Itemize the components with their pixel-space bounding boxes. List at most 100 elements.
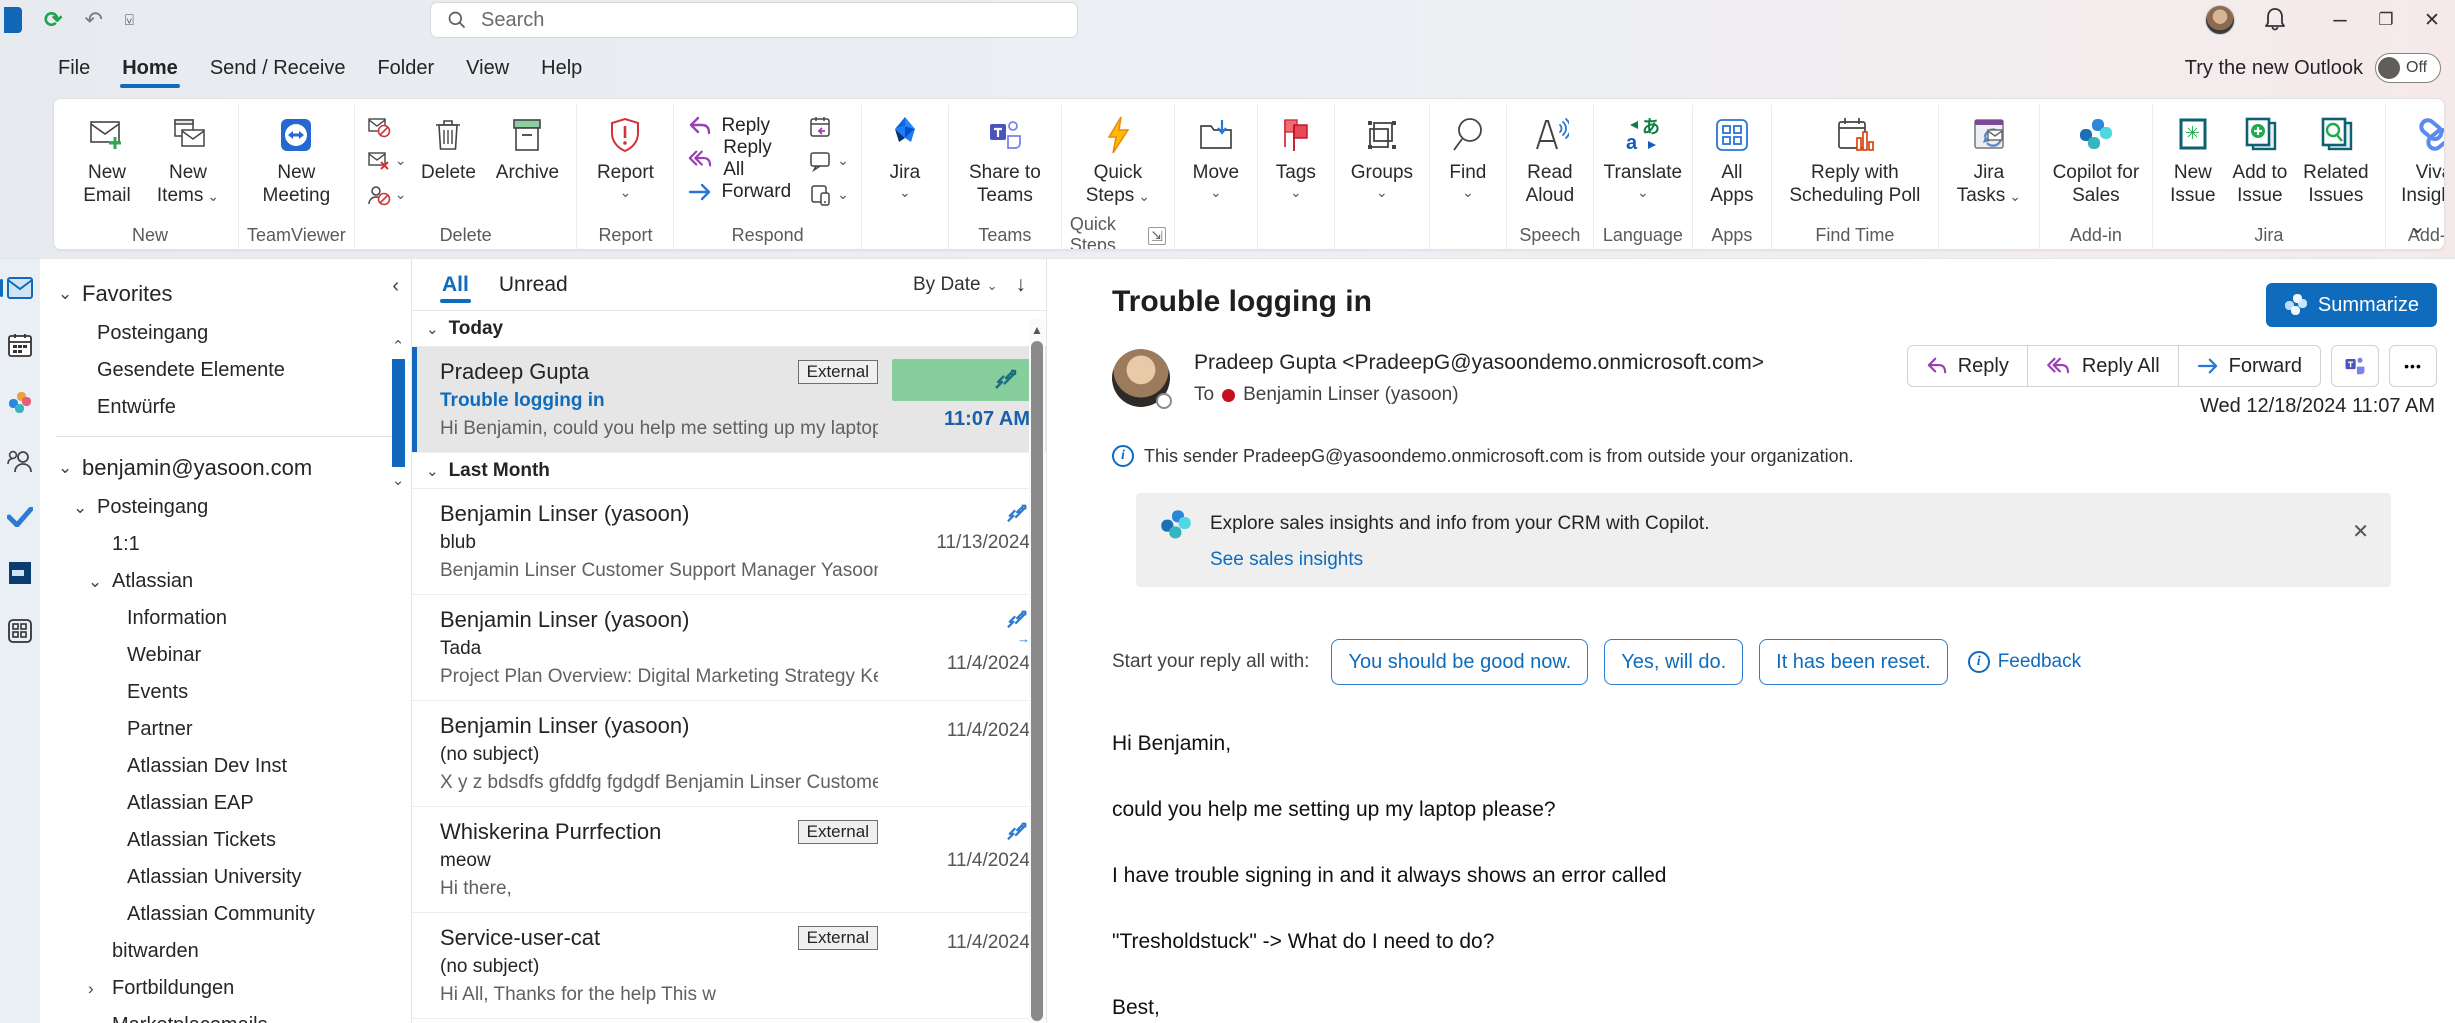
sort-by-date-button[interactable]: By Date <box>913 274 998 296</box>
rail-copilot-icon[interactable] <box>0 391 40 415</box>
menu-folder[interactable]: Folder <box>361 47 450 90</box>
scroll-down-icon[interactable]: ⌄ <box>392 471 405 489</box>
suggested-reply-chip[interactable]: You should be good now. <box>1331 639 1588 685</box>
folder-row[interactable]: ⌄ benjamin@yasoon.com <box>40 447 411 489</box>
folder-row[interactable]: Marketplacemails <box>40 1007 411 1023</box>
viva-insights-button[interactable]: Viva Insights <box>2394 105 2445 207</box>
jira-tasks-button[interactable]: Jira Tasks <box>1947 105 2031 208</box>
folder-scrollbar-thumb[interactable] <box>392 359 405 467</box>
find-button[interactable]: Find <box>1438 105 1498 198</box>
search-input[interactable] <box>481 9 1061 32</box>
banner-close-icon[interactable]: ✕ <box>2352 519 2369 544</box>
folder-chevron-icon[interactable]: ⌄ <box>88 572 112 592</box>
search-bar[interactable] <box>430 2 1078 38</box>
tab-unread[interactable]: Unread <box>497 261 570 309</box>
reply-all-button-pane[interactable]: Reply All <box>2028 345 2179 387</box>
report-button[interactable]: Report <box>585 105 665 198</box>
scheduling-poll-button[interactable]: Reply with Scheduling Poll <box>1780 105 1930 207</box>
jira-quick-action-highlight[interactable] <box>892 359 1030 401</box>
notifications-bell-icon[interactable] <box>2263 7 2287 33</box>
reply-with-call-button[interactable] <box>805 181 853 209</box>
folder-chevron-icon[interactable]: ⌄ <box>73 498 97 518</box>
block-sender-button[interactable] <box>363 181 411 209</box>
all-apps-button[interactable]: All Apps <box>1701 105 1763 207</box>
menu-home[interactable]: Home <box>106 47 194 90</box>
folder-row[interactable]: Atlassian University <box>40 859 411 896</box>
folder-row[interactable]: Atlassian Community <box>40 896 411 933</box>
undo-icon[interactable]: ↶ <box>84 9 102 31</box>
add-to-issue-button[interactable]: Add to Issue <box>2227 105 2293 207</box>
folder-row[interactable]: Partner <box>40 711 411 748</box>
summarize-button[interactable]: Summarize <box>2266 283 2437 327</box>
feedback-link[interactable]: i Feedback <box>1968 651 2081 673</box>
jira-button[interactable]: Jira <box>870 105 940 198</box>
delete-button[interactable]: Delete <box>412 105 484 184</box>
section-chevron-icon[interactable]: ⌄ <box>426 320 439 338</box>
email-list-item[interactable]: Whiskerina Purrfection External meow Hi … <box>412 807 1046 913</box>
reply-button-pane[interactable]: Reply <box>1907 345 2028 387</box>
email-list-item[interactable]: Benjamin Linser (yasoon) blub Benjamin L… <box>412 489 1046 595</box>
email-list-item[interactable]: Pradeep Gupta External Trouble logging i… <box>412 347 1046 453</box>
folder-scrollbar[interactable]: ⌃ ⌄ <box>387 337 409 489</box>
send-receive-sync-icon[interactable]: ⟳ <box>44 9 62 31</box>
quick-steps-button[interactable]: Quick Steps <box>1070 105 1166 208</box>
archive-button[interactable]: Archive <box>486 105 568 184</box>
folder-row[interactable]: ⌄ Posteingang <box>40 489 411 526</box>
account-avatar[interactable] <box>2205 5 2235 35</box>
suggested-reply-chip[interactable]: It has been reset. <box>1759 639 1948 685</box>
list-scroll-up-icon[interactable]: ▲ <box>1031 319 1043 341</box>
folder-chevron-icon[interactable]: ⌄ <box>58 284 82 304</box>
from-address[interactable]: Pradeep Gupta <PradeepG@yasoondemo.onmic… <box>1194 351 1764 375</box>
rail-addin-tile-icon[interactable] <box>0 561 40 585</box>
list-section-header[interactable]: ⌄ Today <box>412 311 1046 347</box>
suggested-reply-chip[interactable]: Yes, will do. <box>1604 639 1743 685</box>
folder-row[interactable]: ⌄ Atlassian <box>40 563 411 600</box>
message-list-scrollbar-thumb[interactable] <box>1031 341 1043 1021</box>
quick-steps-dialog-launcher-icon[interactable] <box>1148 225 1166 246</box>
new-issue-button[interactable]: ✳ New Issue <box>2161 105 2225 207</box>
rail-mail-icon[interactable] <box>0 277 40 299</box>
folder-row[interactable]: Events <box>40 674 411 711</box>
reply-with-im-button[interactable] <box>805 147 853 175</box>
folder-row[interactable]: Gesendete Elemente <box>40 352 411 389</box>
section-chevron-icon[interactable]: ⌄ <box>426 462 439 480</box>
folder-chevron-icon[interactable]: › <box>88 979 112 999</box>
folder-row[interactable]: Entwürfe <box>40 389 411 426</box>
forward-button-pane[interactable]: Forward <box>2179 345 2321 387</box>
menu-send-receive[interactable]: Send / Receive <box>194 47 362 90</box>
folder-row[interactable]: Posteingang <box>40 315 411 352</box>
new-meeting-button[interactable]: New Meeting <box>250 105 342 207</box>
folder-row[interactable]: › Fortbildungen <box>40 970 411 1007</box>
folder-row[interactable]: Atlassian Tickets <box>40 822 411 859</box>
rail-more-apps-icon[interactable] <box>0 619 40 643</box>
share-to-teams-button-pane[interactable] <box>2331 345 2379 387</box>
tab-all[interactable]: All <box>440 261 471 309</box>
close-button[interactable] <box>2409 0 2455 40</box>
collapse-folder-pane-icon[interactable]: ‹ <box>392 275 399 298</box>
list-section-header[interactable]: ⌄ Last Month <box>412 453 1046 489</box>
forward-button[interactable]: Forward <box>682 175 797 208</box>
read-aloud-button[interactable]: Read Aloud <box>1515 105 1585 207</box>
folder-row[interactable]: 1:1 <box>40 526 411 563</box>
related-issues-button[interactable]: Related Issues <box>2295 105 2377 207</box>
minimize-button[interactable] <box>2317 0 2363 40</box>
rail-todo-icon[interactable] <box>0 507 40 527</box>
restore-button[interactable] <box>2363 0 2409 40</box>
email-list-item[interactable]: Service-user-cat External (no subject) H… <box>412 913 1046 1019</box>
menu-help[interactable]: Help <box>525 47 598 90</box>
to-recipient[interactable]: Benjamin Linser (yasoon) <box>1243 384 1458 406</box>
sender-avatar[interactable] <box>1112 349 1170 407</box>
folder-row[interactable]: Webinar <box>40 637 411 674</box>
tags-button[interactable]: Tags <box>1266 105 1326 198</box>
reply-all-button[interactable]: Reply All <box>682 142 797 175</box>
rail-people-icon[interactable] <box>0 449 40 473</box>
scroll-up-icon[interactable]: ⌃ <box>392 337 405 355</box>
meeting-reply-button[interactable] <box>805 113 853 141</box>
folder-row[interactable]: Information <box>40 600 411 637</box>
ignore-button[interactable] <box>363 113 411 141</box>
sort-direction-icon[interactable]: ↓ <box>1016 273 1027 297</box>
share-to-teams-button[interactable]: Share to Teams <box>957 105 1053 207</box>
new-outlook-toggle[interactable]: Off <box>2375 53 2441 83</box>
move-button[interactable]: Move <box>1183 105 1249 198</box>
email-list-item[interactable]: Benjamin Linser (yasoon) Tada Project Pl… <box>412 595 1046 701</box>
